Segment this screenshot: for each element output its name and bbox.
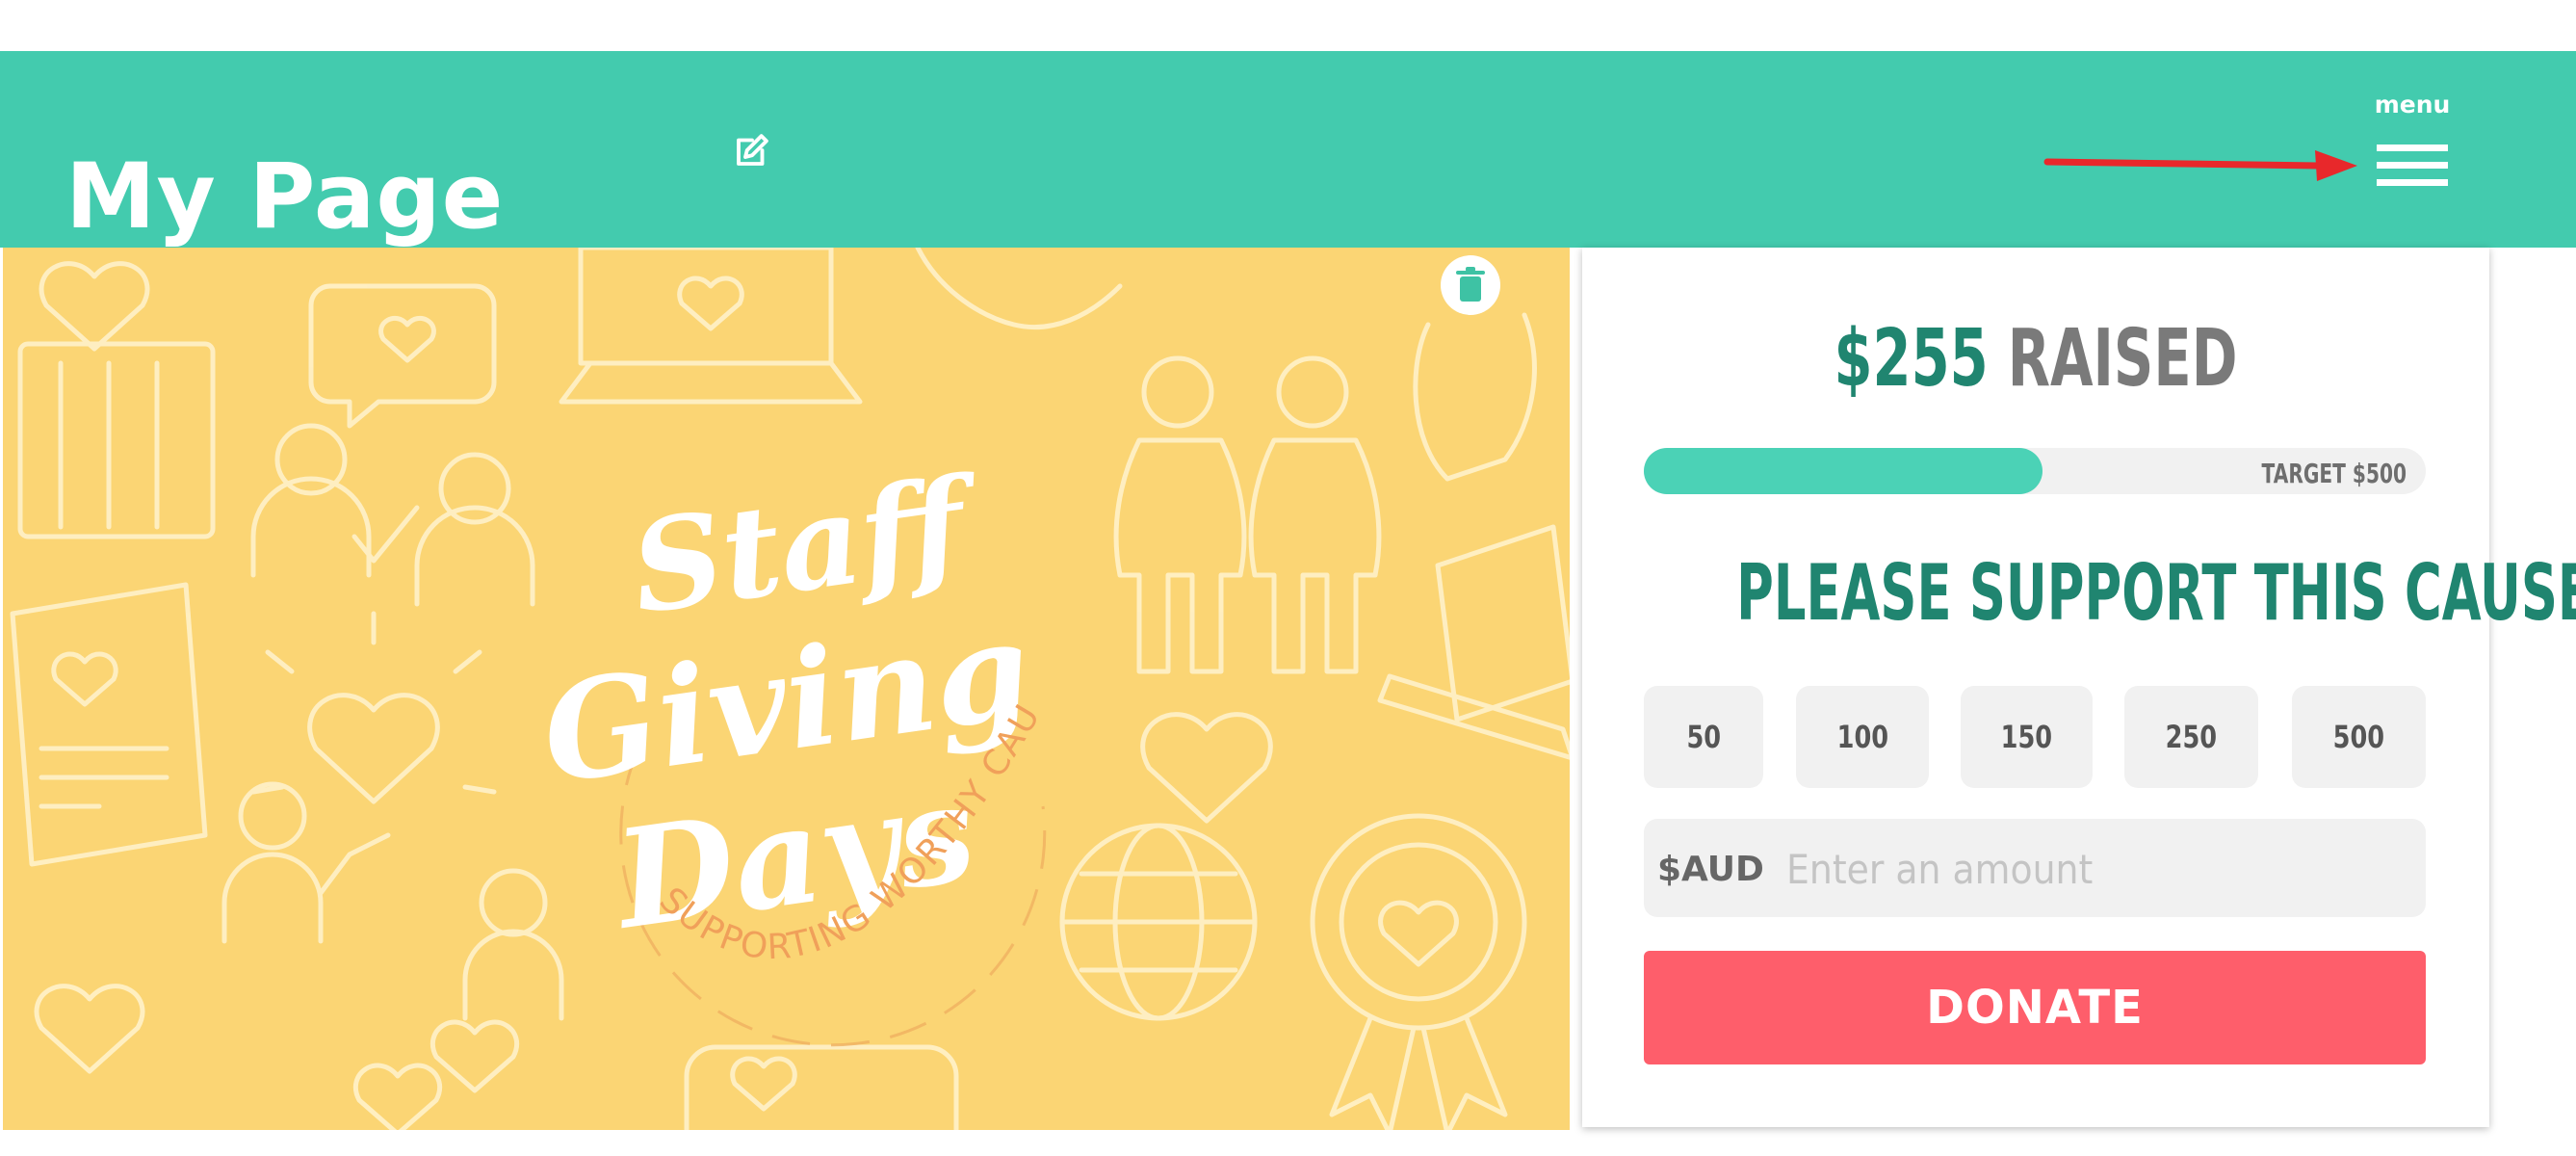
menu-button[interactable]: menu [2367,91,2458,197]
amount-input[interactable] [1784,836,2405,902]
trash-icon[interactable] [1441,255,1500,315]
donation-card: $255 RAISED TARGET $500 PLEASE SUPPORT T… [1582,248,2576,1127]
progress-fill [1644,448,2043,494]
currency-label: $AUD [1657,850,1764,889]
amount-option[interactable]: 50 [1644,686,1763,788]
hamburger-menu-icon [2377,144,2448,151]
amount-option[interactable]: 150 [1961,686,2093,788]
support-heading: PLEASE SUPPORT THIS CAUSE [1736,548,2576,638]
red-arrow-annotation [2043,150,2357,181]
custom-amount-field: $AUD [1644,819,2426,917]
amount-option[interactable]: 500 [2292,686,2426,788]
page-title: My Page [65,144,505,250]
target-text: TARGET $500 [2261,458,2407,489]
campaign-banner-image: Staff Giving Days SUPPORTING WORTHY CAUS… [3,248,1570,1130]
amount-raised: $255 RAISED [1682,313,2390,405]
menu-label: menu [2374,91,2451,118]
donate-button[interactable]: DONATE [1644,951,2426,1064]
raised-amount: $255 [1834,313,1989,405]
progress-bar: TARGET $500 [1644,448,2426,494]
amount-option[interactable]: 250 [2124,686,2258,788]
edit-icon[interactable] [732,130,772,171]
raised-label: RAISED [2007,313,2238,405]
amount-option[interactable]: 100 [1796,686,1929,788]
